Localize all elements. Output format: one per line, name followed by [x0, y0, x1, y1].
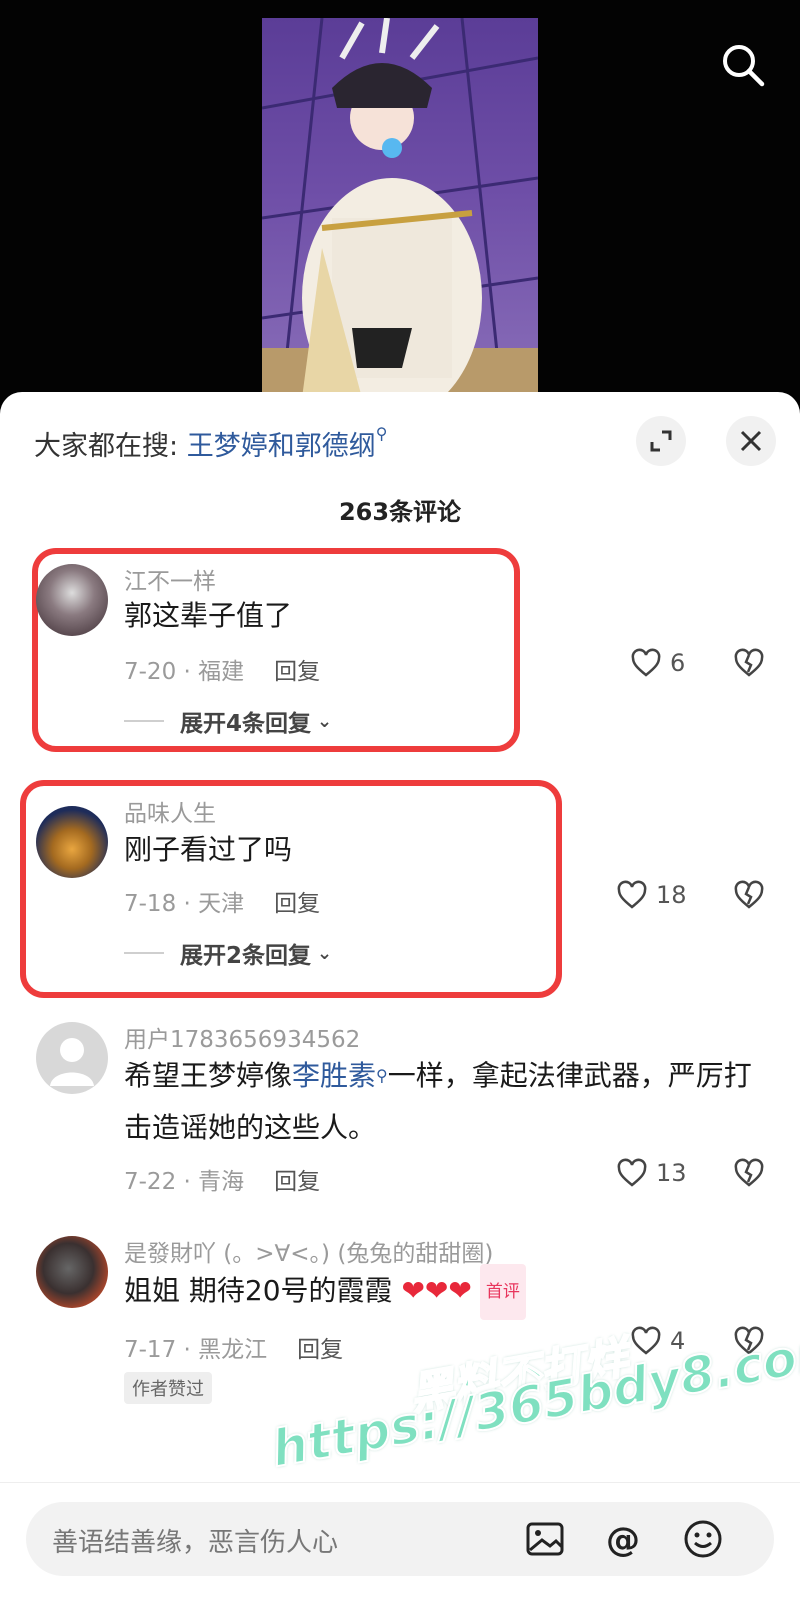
reply-button[interactable]: 回复 [274, 891, 320, 917]
like-button[interactable]: 6 [630, 648, 685, 678]
video-player[interactable] [0, 0, 800, 400]
comment-meta: 7-18 · 天津 回复 [124, 884, 320, 918]
hot-search-keyword[interactable]: 王梦婷和郭德纲 [187, 431, 376, 462]
expand-button[interactable] [636, 416, 686, 466]
search-small-icon: ⚲ [375, 424, 388, 443]
avatar[interactable] [36, 806, 108, 878]
video-frame [262, 18, 538, 400]
expand-replies[interactable]: 展开2条回复 ⌄ [124, 936, 332, 970]
comment-text: 姐姐 期待20号的霞霞 ❤❤❤ 首评 [124, 1264, 764, 1320]
comment-text: 郭这辈子值了 [124, 599, 293, 632]
avatar[interactable] [36, 1236, 108, 1308]
like-count: 13 [656, 1159, 687, 1187]
like-count: 18 [656, 881, 687, 909]
chevron-down-icon: ⌄ [317, 942, 333, 964]
chevron-down-icon: ⌄ [317, 710, 333, 732]
comment-username[interactable]: 是發財吖 (。>∀<。) (兔兔的甜甜圈) [124, 1234, 493, 1268]
like-count: 6 [670, 649, 686, 677]
close-icon [740, 430, 762, 452]
comment-link[interactable]: 李胜素 [292, 1059, 376, 1092]
default-avatar-icon [50, 1038, 94, 1086]
reply-button[interactable]: 回复 [274, 1169, 320, 1195]
avatar[interactable] [36, 564, 108, 636]
expand-icon [650, 430, 672, 452]
reply-button[interactable]: 回复 [297, 1337, 343, 1363]
comment-text: 希望王梦婷像李胜素⚲一样，拿起法律武器，严厉打击造谣她的这些人。 [124, 1059, 752, 1144]
heart-icon [631, 648, 661, 677]
expand-replies-label: 展开2条回复 [180, 943, 312, 969]
heart-emoji-icon: ❤❤❤ [401, 1274, 472, 1307]
like-button[interactable]: 13 [616, 1158, 687, 1188]
comment-meta: 7-22 · 青海 回复 [124, 1162, 320, 1196]
comment-date-location: 7-22 · 青海 [124, 1169, 245, 1195]
heart-icon [617, 1158, 647, 1187]
comment-date-location: 7-17 · 黑龙江 [124, 1337, 268, 1363]
image-icon[interactable] [520, 1514, 570, 1564]
hot-search[interactable]: 大家都在搜: 王梦婷和郭德纲⚲ [34, 424, 387, 463]
comment-username[interactable]: 用户1783656934562 [124, 1020, 360, 1054]
heart-icon [617, 880, 647, 909]
avatar[interactable] [36, 1022, 108, 1094]
broken-heart-icon [734, 880, 764, 909]
reply-button[interactable]: 回复 [274, 659, 320, 685]
close-button[interactable] [726, 416, 776, 466]
search-small-icon: ⚲ [376, 1066, 388, 1085]
dislike-button[interactable] [732, 1158, 766, 1192]
comment-date-location: 7-18 · 天津 [124, 891, 245, 917]
comment-input[interactable]: 善语结善缘，恶言伤人心 @ [26, 1502, 774, 1576]
author-liked-badge: 作者赞过 [124, 1372, 212, 1404]
first-comment-badge: 首评 [479, 1264, 526, 1320]
broken-heart-icon [734, 1158, 764, 1187]
at-icon[interactable]: @ [598, 1514, 648, 1564]
expand-replies-label: 展开4条回复 [180, 711, 312, 737]
hot-search-prefix: 大家都在搜: [34, 431, 179, 462]
comment-username[interactable]: 品味人生 [124, 794, 216, 828]
comment-meta: 7-17 · 黑龙江 回复 [124, 1330, 343, 1364]
emoji-icon[interactable] [678, 1514, 728, 1564]
comment-date-location: 7-20 · 福建 [124, 659, 245, 685]
divider [0, 1482, 800, 1483]
broken-heart-icon [734, 648, 764, 677]
like-button[interactable]: 18 [616, 880, 687, 910]
dislike-button[interactable] [732, 880, 766, 914]
svg-text:@: @ [606, 1520, 640, 1560]
comment-count: 263条评论 [338, 498, 462, 526]
expand-replies[interactable]: 展开4条回复 ⌄ [124, 704, 332, 738]
comment-input-placeholder: 善语结善缘，恶言伤人心 [52, 1528, 339, 1558]
comment-text: 刚子看过了吗 [124, 833, 293, 866]
search-icon[interactable] [718, 40, 768, 90]
dislike-button[interactable] [732, 648, 766, 682]
comment-meta: 7-20 · 福建 回复 [124, 652, 320, 686]
